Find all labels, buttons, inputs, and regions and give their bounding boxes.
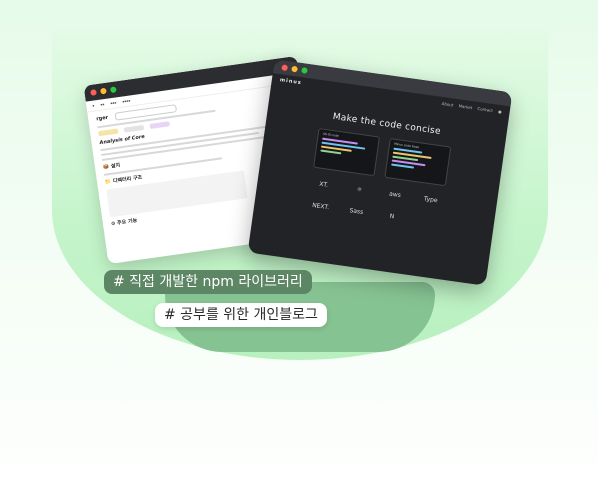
nav-contact: Contact	[477, 105, 494, 113]
nuxt-logo-icon: XT.	[318, 180, 329, 189]
nav-about: About	[441, 100, 454, 108]
nextjs-logo-icon: NEXT.	[311, 201, 330, 212]
minimize-dot-icon	[291, 65, 298, 73]
maximize-dot-icon	[109, 86, 117, 94]
as-is-code-panel: AS-IS code	[313, 128, 380, 177]
nav-market: Market	[458, 102, 473, 110]
close-dot-icon	[90, 89, 97, 96]
minus-code-panel: Minus code base	[384, 138, 452, 187]
library-window-screenshot: minus About Market Contact ● Make the co…	[247, 59, 513, 286]
minimize-dot-icon	[100, 87, 107, 95]
react-logo-icon: ⚛	[356, 185, 363, 194]
close-dot-icon	[281, 64, 289, 72]
badge	[97, 128, 119, 137]
badge	[123, 124, 145, 133]
maximize-dot-icon	[301, 67, 308, 74]
theme-toggle-icon: ●	[497, 108, 503, 114]
blog-brand: rger	[95, 114, 109, 123]
typescript-logo-icon: Type	[423, 195, 439, 205]
aws-logo-icon: aws	[388, 190, 402, 200]
npm-library-tag: # 직접 개발한 npm 라이브러리	[104, 270, 312, 294]
notion-logo-icon: N	[389, 212, 395, 221]
badge	[149, 121, 170, 129]
personal-blog-tag: # 공부를 위한 개인블로그	[155, 303, 327, 327]
sass-logo-icon: Sass	[349, 207, 364, 217]
library-logo: minus	[279, 77, 303, 87]
